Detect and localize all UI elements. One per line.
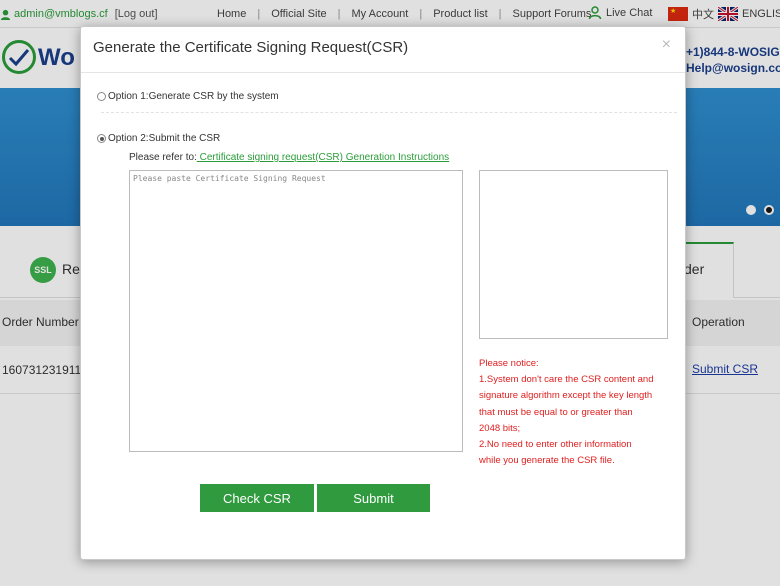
notice-text: Please notice: 1.System don't care the C… <box>479 356 671 469</box>
option-1-radio[interactable]: Option 1:Generate CSR by the system <box>97 91 279 102</box>
notice-line: 2048 bits; <box>479 422 521 434</box>
submit-button[interactable]: Submit <box>317 484 430 512</box>
notice-line: Please notice: <box>479 358 539 369</box>
option-2-radio[interactable]: Option 2:Submit the CSR <box>97 133 220 144</box>
modal-header: Generate the Certificate Signing Request… <box>81 27 685 73</box>
check-csr-button[interactable]: Check CSR <box>200 484 314 512</box>
csr-input[interactable] <box>129 170 463 452</box>
csr-instructions-link[interactable]: Certificate signing request(CSR) Generat… <box>197 152 450 163</box>
refer-text: Please refer to: Certificate signing req… <box>129 152 449 163</box>
refer-prefix: Please refer to: <box>129 152 197 163</box>
notice-line: while you generate the CSR file. <box>479 455 615 467</box>
csr-check-result-box <box>479 170 668 339</box>
notice-line: signature algorithm except the key lengt… <box>479 390 653 402</box>
radio-checked-icon[interactable] <box>97 134 106 143</box>
notice-line: that must be equal to or greater than <box>479 406 633 418</box>
notice-line: 2.No need to enter other information <box>479 439 632 451</box>
radio-icon[interactable] <box>97 92 106 101</box>
divider <box>101 112 677 113</box>
modal-title: Generate the Certificate Signing Request… <box>93 39 409 56</box>
option-2-label: Option 2:Submit the CSR <box>108 133 221 144</box>
csr-modal: Generate the Certificate Signing Request… <box>80 26 686 560</box>
notice-line: 1.System don't care the CSR content and <box>479 374 654 386</box>
close-icon[interactable]: × <box>662 37 671 53</box>
option-1-label: Option 1:Generate CSR by the system <box>108 91 279 102</box>
